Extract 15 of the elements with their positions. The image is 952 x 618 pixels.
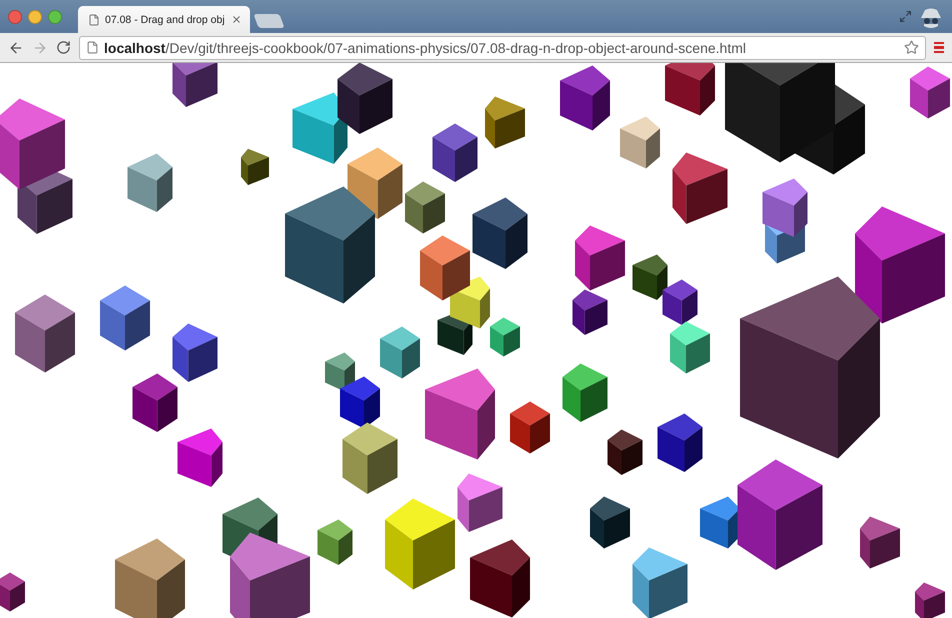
menu-icon[interactable] [934, 42, 944, 54]
address-field[interactable]: localhost/Dev/git/threejs-cookbook/07-animations-physics/07.08-drag-n-drop-object-around-scene.html [79, 36, 926, 60]
fullscreen-icon[interactable] [899, 10, 912, 23]
zoom-window-button[interactable] [48, 10, 62, 24]
close-window-button[interactable] [8, 10, 22, 24]
reload-button[interactable] [56, 40, 71, 55]
minimize-window-button[interactable] [28, 10, 42, 24]
bookmark-star-icon[interactable] [904, 40, 919, 55]
tab-title: 07.08 - Drag and drop obj [105, 14, 226, 26]
close-tab-icon[interactable] [231, 14, 242, 25]
page-icon [86, 41, 99, 54]
back-button[interactable] [8, 40, 24, 56]
new-tab-button[interactable] [253, 14, 285, 28]
page-icon [88, 14, 100, 26]
browser-tab[interactable]: 07.08 - Drag and drop obj [78, 6, 250, 33]
